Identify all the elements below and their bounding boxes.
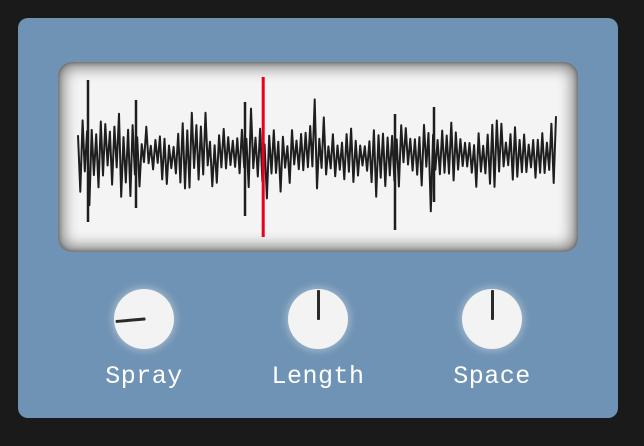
space-knob[interactable] <box>462 289 522 349</box>
spray-knob-group: Spray <box>79 289 209 391</box>
spray-knob-label: Spray <box>105 362 183 391</box>
length-knob-pointer <box>316 290 320 320</box>
sampler-panel: Spray Length Space <box>18 18 618 418</box>
waveform-line <box>77 98 557 213</box>
space-knob-group: Space <box>427 289 557 391</box>
space-knob-label: Space <box>453 362 531 391</box>
spray-knob-pointer <box>114 317 146 324</box>
waveform-display[interactable] <box>58 62 578 252</box>
length-knob[interactable] <box>288 289 348 349</box>
length-knob-label: Length <box>271 362 365 391</box>
length-knob-group: Length <box>253 289 383 391</box>
waveform-graph <box>77 77 557 237</box>
space-knob-pointer <box>490 290 494 320</box>
spray-knob[interactable] <box>114 289 174 349</box>
